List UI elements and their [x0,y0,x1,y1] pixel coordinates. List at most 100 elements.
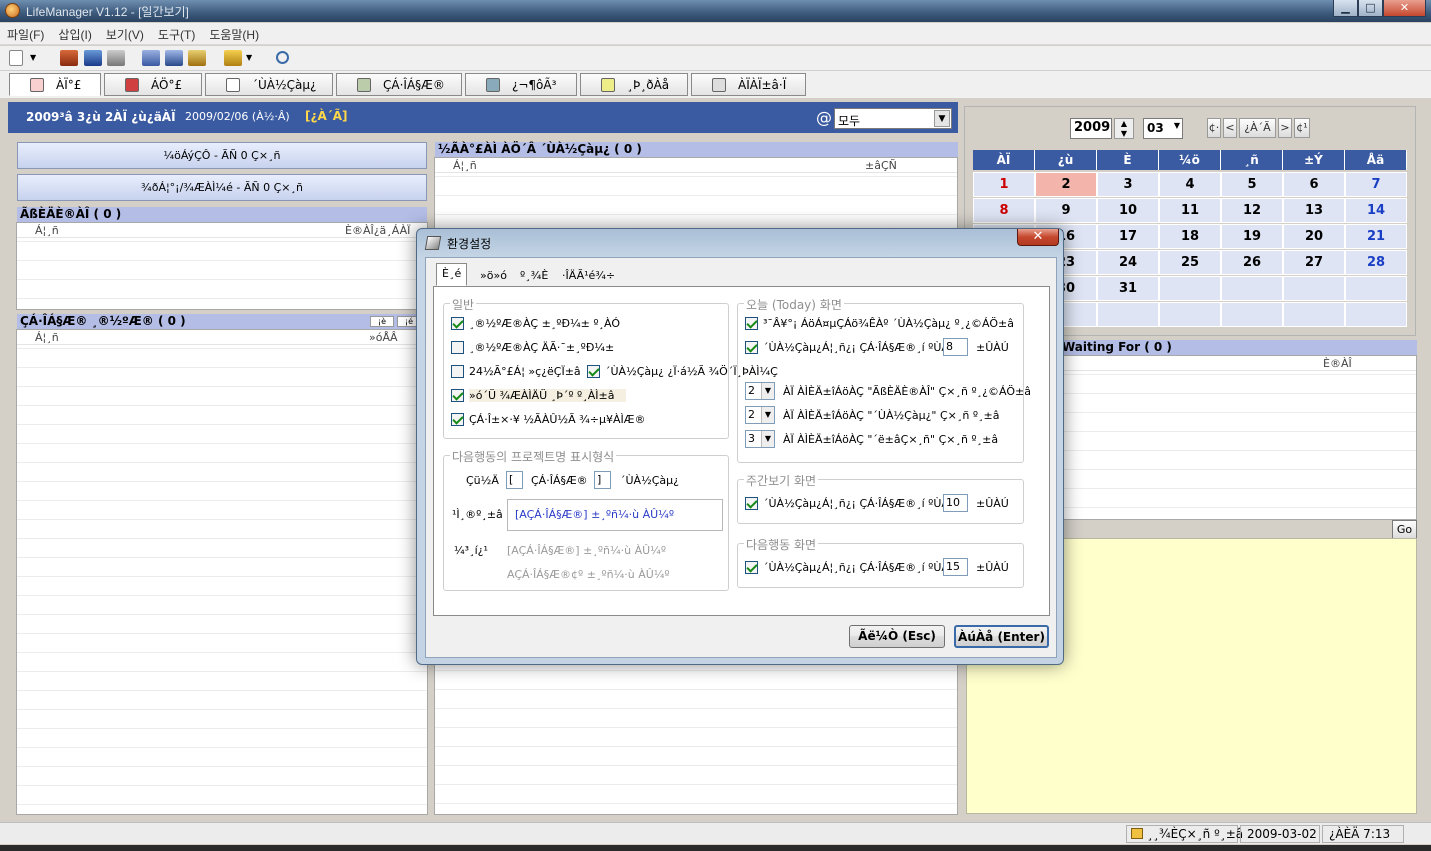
calendar-day[interactable]: 20 [1283,224,1345,249]
weekday-header: ±Ý [1283,150,1345,170]
import-icon[interactable] [60,50,78,66]
today-chars-field[interactable]: 8 [943,338,968,356]
tab-screen[interactable]: È­¸é [436,263,468,286]
book-icon[interactable] [165,50,183,66]
checkbox-gridlines[interactable] [451,317,464,330]
calendar-day[interactable]: 18 [1159,224,1221,249]
chevron-down-icon[interactable]: ▼ [30,50,40,66]
tab-daily[interactable]: ÀÏ°£ [9,73,101,96]
go-button[interactable]: Go [1392,520,1417,539]
menu-file[interactable]: 파일(F) [0,23,51,43]
project-list[interactable] [16,329,428,815]
calendar-day[interactable]: 26 [1221,250,1283,275]
tab-contacts[interactable]: ¿¬¶ôÃ³ [465,73,577,96]
menu-help[interactable]: 도움말(H) [202,23,266,43]
year-field[interactable]: 2009 [1070,118,1112,139]
calendar-day[interactable]: 1 [973,172,1035,197]
calendar-day[interactable]: 13 [1283,198,1345,223]
prev-year-button[interactable]: ¢· [1207,118,1221,138]
export-icon[interactable] [84,50,102,66]
print-icon[interactable] [107,50,125,66]
checkbox-animation[interactable] [587,365,600,378]
checkbox-24h[interactable] [451,365,464,378]
calendar-day[interactable]: 5 [1221,172,1283,197]
calendar-day[interactable]: 31 [1097,276,1159,301]
followup-days-select[interactable]: 2 ▼ [745,382,775,400]
dialog-close-button[interactable]: ✕ [1017,229,1059,246]
search-icon[interactable] [276,51,289,64]
tab-memo[interactable]: ¸Þ¸ðÀå [580,73,688,96]
next-action-days-select[interactable]: 2 ▼ [745,406,775,424]
date-header: 2009³â 3¿ù 2ÀÏ ¿ù¿äÀÏ 2009/02/06 (À½·Â) … [8,102,958,133]
calendar-icon[interactable] [142,50,160,66]
calendar-day[interactable]: 8 [973,198,1035,223]
checkbox-next-project-name[interactable] [745,561,758,574]
next-month-button[interactable]: > [1278,118,1292,138]
calendar-day[interactable]: 27 [1283,250,1345,275]
calendar-day[interactable]: 2 [1035,172,1097,197]
tab-journal[interactable]: ÀÏÀÏ±â·Ï [691,73,806,96]
calendar-day[interactable]: 25 [1159,250,1221,275]
next-chars-field[interactable]: 15 [943,558,968,576]
calendar-day [1221,302,1283,327]
waiting-days-select[interactable]: 3 ▼ [745,430,775,448]
calendar-day[interactable]: 12 [1221,198,1283,223]
new-doc-icon[interactable] [9,50,23,66]
calendar-day[interactable]: 14 [1345,198,1407,223]
menu-view[interactable]: 보기(V) [99,23,151,43]
maximize-button[interactable]: □ [1358,0,1383,17]
year-spinner[interactable]: ▲ ▼ [1114,118,1134,139]
tools-icon[interactable] [188,50,206,66]
calendar-day[interactable]: 3 [1097,172,1159,197]
at-symbol: @ [816,108,832,127]
tab-color[interactable]: »ö»ó [474,265,513,286]
menu-insert[interactable]: 삽입(I) [51,23,98,43]
project-format-group: 다음행동의 프로젝트명 표시형식 Çü½Ä [ ÇÁ·ÎÁ§Æ® ] ´ÙÀ½Ç… [443,448,729,591]
cancel-button[interactable]: Ãë¼Ò (Esc) [849,625,945,648]
tab-next-actions[interactable]: ´ÙÀ½Çàµ¿ [205,73,333,96]
checkbox-undated-actions[interactable] [745,317,758,330]
today-link[interactable]: [¿À´Ã] [305,109,348,123]
lock-icon[interactable] [224,50,242,66]
calendar-day[interactable]: 7 [1345,172,1407,197]
calendar-day [1159,302,1221,327]
calendar-day[interactable]: 10 [1097,198,1159,223]
move-up-button[interactable]: ¡è [370,316,394,327]
save-button[interactable]: ÀúÀå (Enter) [954,625,1049,648]
weekly-chars-field[interactable]: 10 [943,494,968,512]
checkbox-color-lines[interactable] [451,341,464,354]
calendar-day[interactable]: 17 [1097,224,1159,249]
minimize-button[interactable]: ▁ [1333,0,1358,17]
tab-backup[interactable]: ·ÎÄÃ¹é¾÷ [556,265,621,286]
tab-projects[interactable]: ÇÁ·ÎÁ§Æ® [336,73,462,96]
format-close-field[interactable]: ] [594,471,611,489]
calendar-day [1283,276,1345,301]
someday-button[interactable]: ¾ðÁ¦°¡/¾ÆÀÌ¼­é - ÃÑ 0 Ç×¸ñ [17,174,427,201]
inbox-button[interactable]: ¼öÁýÇÔ - ÃÑ 0 Ç×¸ñ [17,142,427,169]
calendar-day[interactable]: 28 [1345,250,1407,275]
tab-security[interactable]: º¸¾È [514,265,554,286]
next-year-button[interactable]: ¢¹ [1294,118,1310,138]
checkbox-auto-update[interactable] [451,413,464,426]
category-select[interactable]: 모두 ▼ [834,108,952,129]
chevron-down-icon[interactable]: ▼ [246,50,256,66]
checkbox-top-icon-menu[interactable] [451,389,464,402]
calendar-day-icon [30,78,44,92]
format-open-field[interactable]: [ [506,471,523,489]
calendar-day[interactable]: 4 [1159,172,1221,197]
month-select[interactable]: 03 ▼ [1143,118,1183,139]
checklist-icon [226,78,240,92]
tab-weekly[interactable]: ÁÖ°£ [104,73,202,96]
checkbox-weekly-project-name[interactable] [745,497,758,510]
calendar-day[interactable]: 24 [1097,250,1159,275]
calendar-day[interactable]: 6 [1283,172,1345,197]
checkbox-today-project-name[interactable] [745,341,758,354]
close-button[interactable]: ✕ [1383,0,1426,17]
calendar-day[interactable]: 19 [1221,224,1283,249]
calendar-day[interactable]: 9 [1035,198,1097,223]
today-button[interactable]: ¿À´Ã [1239,118,1276,138]
prev-month-button[interactable]: < [1223,118,1237,138]
calendar-day[interactable]: 21 [1345,224,1407,249]
calendar-day[interactable]: 11 [1159,198,1221,223]
menu-tools[interactable]: 도구(T) [151,23,202,43]
